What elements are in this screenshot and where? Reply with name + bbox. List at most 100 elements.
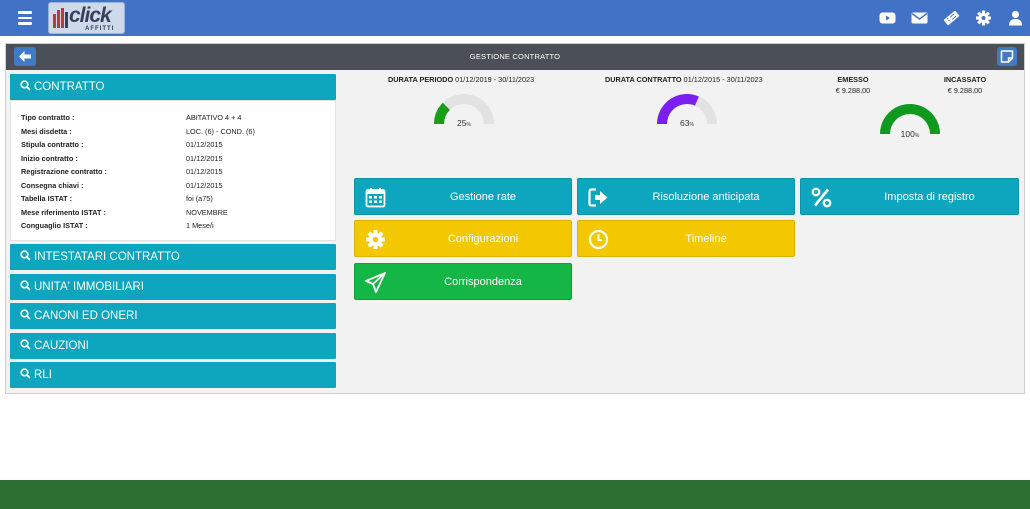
back-button[interactable] (14, 47, 36, 66)
timeline-button[interactable]: Timeline (577, 220, 795, 257)
percent-sign: % (689, 122, 694, 128)
app-logo[interactable]: click AFFITTI (48, 2, 125, 34)
gauge-periodo-value: 25 (457, 118, 467, 128)
gestione-rate-button[interactable]: Gestione rate (354, 178, 572, 215)
incassato-label: INCASSATO (943, 75, 987, 84)
section-intestatari-label: INTESTATARI CONTRATTO (34, 251, 180, 263)
section-rli[interactable]: RLI (10, 362, 336, 388)
gauge-incassato-percent: 100% (880, 129, 940, 139)
gauge-contratto-label: DURATA CONTRATTO (605, 75, 682, 84)
detail-row: Inizio contratto : 01/12/2015 (21, 154, 331, 167)
gauge-contratto-caption: DURATA CONTRATTO 01/12/2015 - 30/11/2023 (605, 75, 763, 84)
imposta-registro-label: Imposta di registro (884, 191, 975, 203)
gauge-contratto-range: 01/12/2015 - 30/11/2023 (683, 75, 763, 84)
page-footer (0, 480, 1030, 509)
note-icon (1000, 50, 1014, 63)
navbar-divider (0, 36, 1030, 39)
search-icon (20, 338, 31, 350)
detail-value: 01/12/2015 (186, 140, 223, 149)
detail-row: Conguaglio ISTAT : 1 Mese/i (21, 221, 331, 234)
corrispondenza-label: Corrispondenza (444, 276, 522, 288)
contract-details: Tipo contratto : ABITATIVO 4 + 4 Mesi dis… (10, 100, 336, 241)
detail-row: Mese riferimento ISTAT : NOVEMBRE (21, 208, 331, 221)
detail-value: NOVEMBRE (186, 207, 228, 217)
section-unita[interactable]: UNITA' IMMOBILIARI (10, 273, 336, 300)
clock-icon (588, 229, 609, 250)
search-icon (20, 368, 31, 379)
detail-label: Inizio contratto : (21, 153, 78, 163)
section-cauzioni[interactable]: CAUZIONI (10, 332, 336, 359)
notes-button[interactable] (997, 47, 1017, 66)
emesso-label: EMESSO (837, 75, 869, 84)
top-navbar: click AFFITTI (0, 0, 1030, 36)
section-canoni-label: CANONI ED ONERI (34, 310, 138, 322)
incassato-value: € 9.288,00 (947, 86, 983, 95)
search-icon (20, 250, 31, 261)
detail-row: Registrazione contratto : 01/12/2015 (21, 167, 331, 180)
gauge-incassato-value: 100 (900, 129, 915, 139)
detail-row: Stipula contratto : 01/12/2015 (21, 140, 331, 153)
detail-row: Tabella ISTAT : foi (a75) (21, 194, 331, 207)
search-icon (20, 80, 31, 91)
detail-value: 1 Mese/i (186, 221, 214, 230)
percent-icon (811, 187, 832, 208)
sign-out-icon (588, 188, 608, 207)
youtube-icon[interactable] (879, 10, 896, 26)
contract-panel: GESTIONE CONTRATTO CONTRATTO Tipo contra… (5, 43, 1025, 394)
section-canoni[interactable]: CANONI ED ONERI (10, 303, 336, 329)
mail-icon[interactable] (911, 10, 928, 26)
timeline-label: Timeline (685, 233, 727, 245)
detail-value: foi (a75) (186, 194, 213, 203)
ticket-icon[interactable] (943, 10, 960, 26)
search-icon (20, 309, 31, 320)
panel-header: GESTIONE CONTRATTO (6, 44, 1024, 70)
detail-label: Tipo contratto : (21, 113, 75, 122)
section-unita-label: UNITA' IMMOBILIARI (34, 280, 144, 293)
detail-label: Consegna chiavi : (21, 180, 84, 190)
search-icon (20, 279, 31, 291)
section-cauzioni-label: CAUZIONI (34, 339, 89, 352)
detail-label: Conguaglio ISTAT : (21, 221, 88, 230)
calendar-icon (365, 188, 386, 208)
risoluzione-anticipata-button[interactable]: Risoluzione anticipata (577, 178, 795, 215)
gear-icon[interactable] (975, 10, 992, 26)
detail-value: ABITATIVO 4 + 4 (186, 113, 242, 122)
detail-value: 01/12/2015 (186, 153, 223, 163)
percent-sign: % (914, 133, 920, 139)
gear-icon (366, 230, 385, 249)
detail-label: Mesi disdetta : (21, 126, 72, 136)
section-rli-label: RLI (34, 369, 52, 381)
detail-label: Mese riferimento ISTAT : (21, 207, 106, 217)
menu-icon[interactable] (18, 11, 32, 25)
detail-value: 01/12/2015 (186, 167, 223, 176)
detail-label: Stipula contratto : (21, 140, 84, 149)
detail-label: Registrazione contratto : (21, 167, 107, 176)
detail-row: Mesi disdetta : LOC. (6) - COND. (6) (21, 127, 331, 140)
detail-row: Consegna chiavi : 01/12/2015 (21, 181, 331, 194)
configurazioni-button[interactable]: Configurazioni (354, 220, 572, 257)
paper-plane-icon (365, 272, 386, 293)
logo-subtext: AFFITTI (85, 26, 115, 32)
detail-row: Tipo contratto : ABITATIVO 4 + 4 (21, 113, 331, 126)
risoluzione-anticipata-label: Risoluzione anticipata (652, 191, 760, 203)
corrispondenza-button[interactable]: Corrispondenza (354, 263, 572, 300)
percent-sign: % (466, 122, 471, 128)
gestione-rate-label: Gestione rate (449, 191, 517, 203)
imposta-registro-button[interactable]: Imposta di registro (800, 178, 1019, 215)
arrow-left-icon (19, 51, 31, 62)
gauge-periodo-percent: 25% (434, 118, 494, 128)
detail-label: Tabella ISTAT : (21, 194, 73, 203)
emesso-value: € 9.288,00 (835, 86, 871, 95)
configurazioni-label: Configurazioni (447, 233, 519, 245)
section-contratto[interactable]: CONTRATTO (10, 74, 336, 100)
gauge-periodo-label: DURATA PERIODO (388, 75, 454, 84)
section-intestatari[interactable]: INTESTATARI CONTRATTO (10, 244, 336, 270)
logo-bars-icon (53, 8, 68, 28)
gauge-contratto-value: 63 (680, 118, 690, 128)
logo-text: click (69, 4, 112, 27)
detail-value: LOC. (6) - COND. (6) (186, 126, 255, 136)
gauge-periodo-range: 01/12/2019 - 30/11/2023 (455, 75, 535, 84)
user-icon[interactable] (1007, 10, 1024, 26)
section-contratto-label: CONTRATTO (34, 81, 105, 93)
detail-value: 01/12/2015 (186, 180, 223, 190)
